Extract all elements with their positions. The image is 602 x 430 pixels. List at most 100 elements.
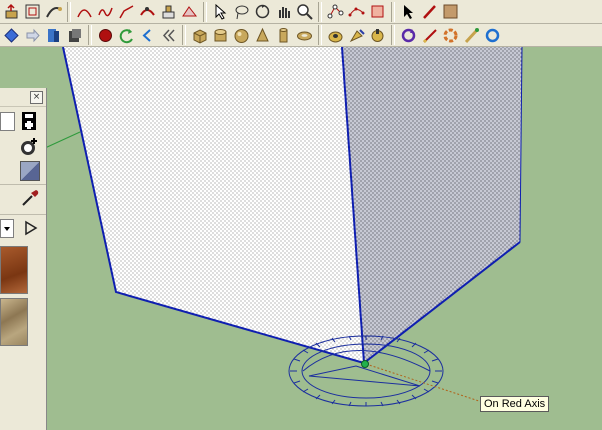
arc-icon <box>77 9 92 18</box>
drawing-viewport[interactable] <box>0 47 602 430</box>
drape-button[interactable] <box>180 2 199 21</box>
paint-icon <box>349 28 365 42</box>
default-material-swatch[interactable] <box>20 161 40 181</box>
endpoint-marker <box>361 360 369 368</box>
zoom-button[interactable] <box>295 2 314 21</box>
toolbar-top <box>0 0 602 24</box>
select-button[interactable] <box>211 2 230 21</box>
box-button[interactable] <box>190 26 209 45</box>
pin-button[interactable] <box>462 26 481 45</box>
arrow-icon <box>404 5 413 19</box>
close-button[interactable]: × <box>30 91 43 104</box>
diamond-icon <box>4 27 19 43</box>
arrow-right-button[interactable] <box>23 26 42 45</box>
cylinder-button[interactable] <box>211 26 230 45</box>
freehand-button[interactable] <box>96 2 115 21</box>
toolbar-separator <box>88 25 92 45</box>
undo-button[interactable] <box>117 26 136 45</box>
collapse-button[interactable] <box>159 26 178 45</box>
color-button[interactable] <box>368 26 387 45</box>
back-button[interactable] <box>138 26 157 45</box>
record-icon <box>99 28 112 42</box>
back-icon <box>142 28 151 42</box>
circle-icon <box>485 28 500 42</box>
group-icon <box>69 28 81 42</box>
sphere-icon <box>234 28 249 43</box>
pencil-icon <box>423 5 436 19</box>
toolbar-separator <box>318 1 322 22</box>
connect-dots-button[interactable] <box>347 2 366 21</box>
smoove-button[interactable] <box>138 2 157 21</box>
freehand-icon <box>98 7 113 17</box>
cylinder-icon <box>214 28 227 41</box>
measure-icon <box>422 28 437 43</box>
rectangle-icon <box>443 4 458 19</box>
orbit-icon <box>255 4 270 19</box>
follow-me-button[interactable] <box>44 2 63 21</box>
collection-dropdown[interactable] <box>0 219 14 238</box>
measure-button[interactable] <box>420 26 439 45</box>
toolbar-separator <box>67 1 71 22</box>
cone-icon <box>256 27 269 41</box>
toolbar-separator <box>182 25 186 45</box>
node-edit-button[interactable] <box>326 2 345 21</box>
orbit-button[interactable] <box>253 2 272 21</box>
camera-icon <box>328 31 343 42</box>
component-icon <box>48 28 59 42</box>
pencil-button[interactable] <box>420 2 439 21</box>
side-face[interactable] <box>342 47 522 363</box>
connect-dots-icon <box>348 7 365 17</box>
toolbar-separator <box>318 25 322 45</box>
record-button[interactable] <box>96 26 115 45</box>
model-scene <box>44 47 523 407</box>
rotate-button[interactable] <box>368 2 387 21</box>
dropdown-arrow-icon <box>4 227 10 231</box>
component-button[interactable] <box>44 26 63 45</box>
stamp-icon <box>162 5 175 19</box>
create-material-icon[interactable] <box>20 136 40 156</box>
offset-button[interactable] <box>23 2 42 21</box>
camera-button[interactable] <box>326 26 345 45</box>
collapse-icon <box>162 28 175 42</box>
cycle-button[interactable] <box>441 26 460 45</box>
lasso-button[interactable] <box>232 2 251 21</box>
curve-button[interactable] <box>117 2 136 21</box>
materials-titlebar: × <box>0 88 46 107</box>
material-name-field[interactable] <box>0 112 15 131</box>
paint-button[interactable] <box>347 26 366 45</box>
arrow-button[interactable] <box>399 2 418 21</box>
toolbar-separator <box>203 1 207 22</box>
tube-icon <box>279 27 288 42</box>
refresh-button[interactable] <box>399 26 418 45</box>
front-face[interactable] <box>63 47 364 363</box>
sphere-button[interactable] <box>232 26 251 45</box>
details-arrow-icon[interactable] <box>22 218 40 238</box>
diamond-button[interactable] <box>2 26 21 45</box>
material-swatch-stone[interactable] <box>0 298 28 346</box>
group-button[interactable] <box>65 26 84 45</box>
rotate-icon <box>371 5 384 18</box>
sketchup-window: × On Red Axis <box>0 0 602 430</box>
toolbar-bottom <box>0 24 602 47</box>
materials-row-1 <box>0 110 46 132</box>
stamp-button[interactable] <box>159 2 178 21</box>
rectangle-button[interactable] <box>441 2 460 21</box>
push-pull-button[interactable] <box>2 2 21 21</box>
torus-button[interactable] <box>295 26 314 45</box>
material-swatch-wood[interactable] <box>0 246 28 294</box>
display-mode-button[interactable] <box>22 112 36 130</box>
eyedropper-icon[interactable] <box>20 188 40 208</box>
select-icon <box>215 3 227 20</box>
materials-panel: × <box>0 88 47 430</box>
circle-button[interactable] <box>483 26 502 45</box>
box-icon <box>193 28 207 44</box>
arrow-right-icon <box>26 28 40 42</box>
pin-icon <box>464 27 479 43</box>
cone-button[interactable] <box>253 26 272 45</box>
refresh-icon <box>401 28 416 42</box>
color-icon <box>371 28 384 42</box>
arc-button[interactable] <box>75 2 94 21</box>
undo-icon <box>119 28 133 43</box>
tube-button[interactable] <box>274 26 293 45</box>
pan-button[interactable] <box>274 2 293 21</box>
